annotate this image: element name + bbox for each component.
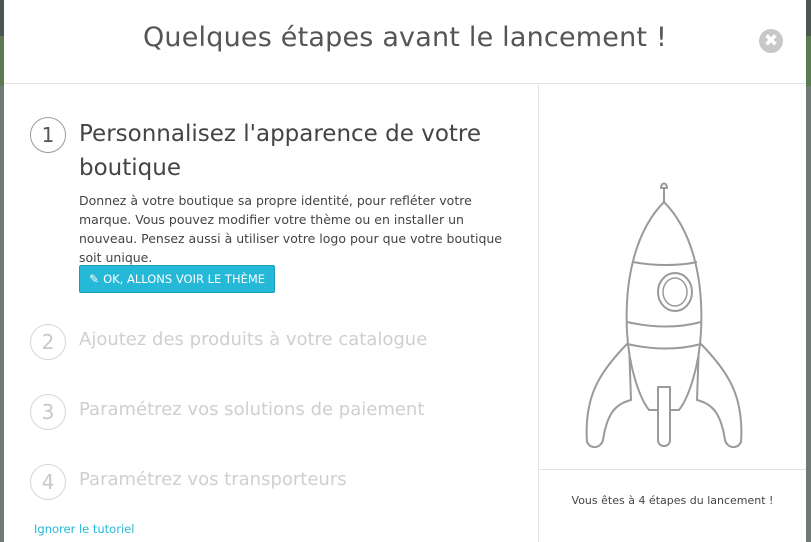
step-title: Personnalisez l'apparence de votre bouti… [79, 121, 482, 181]
rocket-icon [585, 182, 743, 448]
skip-tutorial-link[interactable]: Ignorer le tutoriel [34, 522, 134, 536]
onboarding-modal: Quelques étapes avant le lancement ! ✖ 1… [4, 0, 806, 542]
modal-header: Quelques étapes avant le lancement ! ✖ [4, 0, 806, 84]
step-title: Paramétrez vos transporteurs [79, 469, 347, 490]
rocket-illustration-area [539, 84, 806, 470]
modal-title: Quelques étapes avant le lancement ! [142, 22, 667, 53]
steps-panel: 1 Personnalisez l'apparence de votre bou… [4, 84, 538, 542]
steps-remaining-text: Vous êtes à 4 étapes du lancement ! [571, 494, 774, 507]
view-theme-button-label: OK, ALLONS VOIR LE THÈME [103, 272, 266, 286]
illustration-panel: Vous êtes à 4 étapes du lancement ! [538, 84, 806, 542]
pencil-icon: ✎ [89, 272, 100, 286]
view-theme-button[interactable]: ✎ OK, ALLONS VOIR LE THÈME [79, 265, 276, 293]
step-number: 3 [30, 394, 66, 430]
close-icon[interactable]: ✖ [759, 29, 783, 53]
step-title: Ajoutez des produits à votre catalogue [79, 329, 428, 350]
step-title: Paramétrez vos solutions de paiement [79, 399, 425, 420]
step-number: 2 [30, 324, 66, 360]
step-number: 1 [30, 117, 66, 153]
step-description: Donnez à votre boutique sa propre identi… [79, 193, 502, 265]
step-number: 4 [30, 464, 66, 500]
